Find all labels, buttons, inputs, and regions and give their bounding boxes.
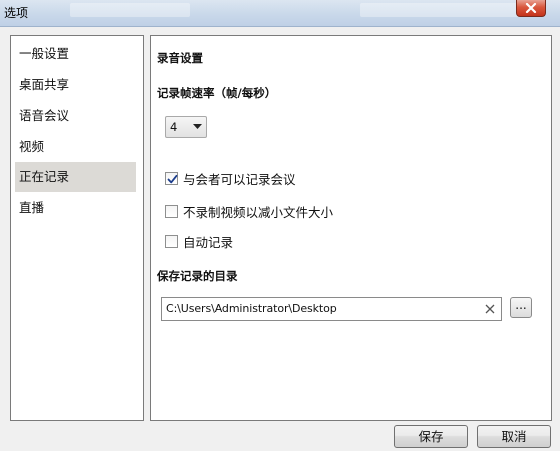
sidebar-item-label: 桌面共享 — [19, 77, 70, 92]
checkbox-label: 自动记录 — [183, 234, 234, 250]
category-list: 一般设置 桌面共享 语音会议 视频 正在记录 直播 — [10, 35, 144, 421]
sidebar-item-general[interactable]: 一般设置 — [15, 39, 136, 69]
sidebar-item-label: 视频 — [19, 139, 45, 154]
browse-button[interactable]: ... — [510, 297, 532, 318]
checkmark-icon — [167, 174, 178, 183]
window-title: 选项 — [4, 6, 29, 20]
cancel-button[interactable]: 取消 — [477, 425, 551, 448]
save-directory-value: C:\Users\Administrator\Desktop — [166, 302, 337, 315]
checkbox-no-video[interactable] — [165, 204, 178, 218]
option-allow-attendee-record[interactable]: 与会者可以记录会议 — [165, 170, 296, 187]
sidebar-item-label: 语音会议 — [19, 108, 70, 123]
checkbox-label: 与会者可以记录会议 — [183, 171, 296, 187]
sidebar-item-label: 正在记录 — [19, 169, 70, 184]
checkbox-auto-record[interactable] — [165, 234, 178, 248]
close-button[interactable] — [516, 0, 546, 17]
sidebar-item-recording[interactable]: 正在记录 — [15, 162, 136, 192]
option-no-video[interactable]: 不录制视频以减小文件大小 — [165, 203, 334, 220]
chevron-down-icon — [193, 124, 202, 129]
option-auto-record[interactable]: 自动记录 — [165, 233, 234, 250]
sidebar-item-label: 直播 — [19, 200, 45, 215]
options-dialog: 选项 一般设置 桌面共享 语音会议 视频 正在记录 直播 录音设置 记录帧速率（… — [0, 0, 560, 451]
frame-rate-select[interactable]: 4 — [165, 116, 207, 138]
checkbox-label: 不录制视频以减小文件大小 — [183, 204, 334, 220]
sidebar-item-label: 一般设置 — [19, 46, 70, 61]
checkbox-allow-attendee-record[interactable] — [165, 171, 178, 185]
save-button[interactable]: 保存 — [394, 425, 468, 448]
frame-rate-value: 4 — [170, 120, 178, 134]
background-window-ghost — [360, 3, 520, 17]
section-title: 录音设置 — [157, 51, 203, 65]
sidebar-item-desktop-share[interactable]: 桌面共享 — [15, 70, 136, 100]
recording-settings-panel: 录音设置 记录帧速率（帧/每秒） 4 与会者可以记录会议 不录制视频以减小文件大… — [150, 35, 552, 421]
sidebar-item-voice-conference[interactable]: 语音会议 — [15, 101, 136, 131]
save-directory-label: 保存记录的目录 — [157, 269, 238, 283]
title-bar: 选项 — [0, 0, 560, 27]
sidebar-item-live[interactable]: 直播 — [15, 193, 136, 223]
save-directory-input[interactable]: C:\Users\Administrator\Desktop — [161, 297, 502, 321]
frame-rate-label: 记录帧速率（帧/每秒） — [157, 86, 277, 100]
sidebar-item-video[interactable]: 视频 — [15, 132, 136, 162]
close-icon — [525, 3, 537, 13]
clear-x-icon[interactable] — [484, 303, 496, 315]
background-window-ghost — [70, 3, 190, 17]
